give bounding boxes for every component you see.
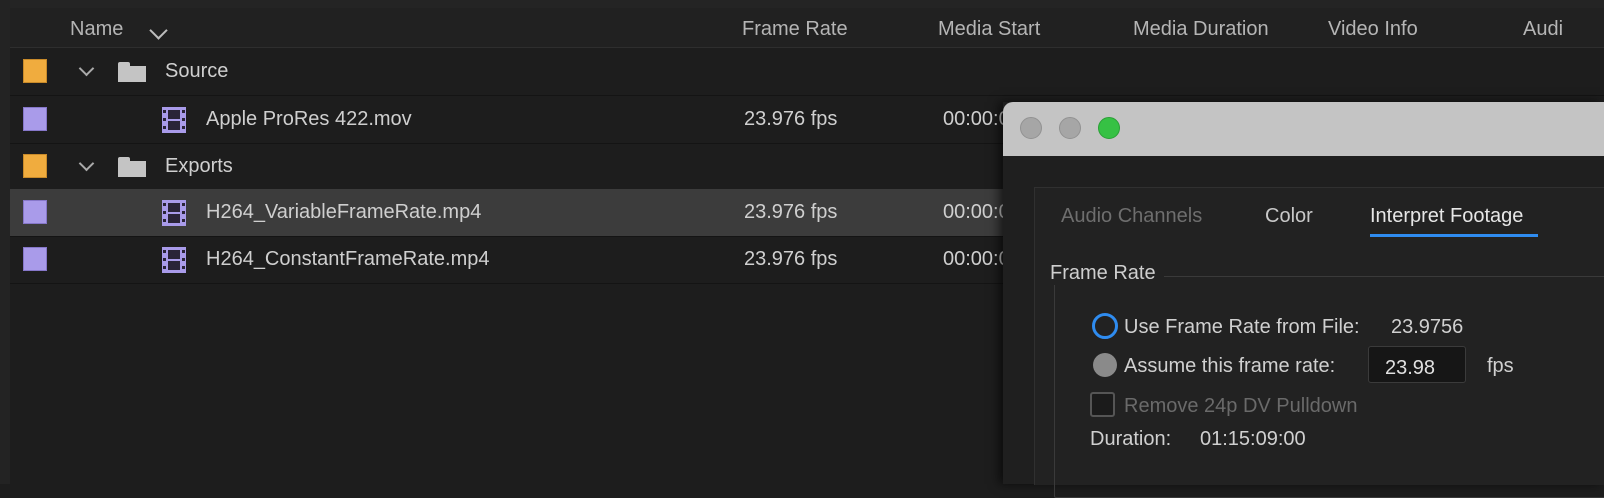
bin-name: Exports: [165, 155, 233, 177]
label-color-swatch[interactable]: [23, 200, 47, 224]
clip-media-start: 00:00:0: [943, 108, 1010, 130]
modify-clip-dialog: Audio Channels Color Interpret Footage: [1003, 102, 1604, 498]
use-file-frame-rate-label[interactable]: Use Frame Rate from File:: [1124, 316, 1360, 339]
column-media-duration[interactable]: Media Duration: [1133, 18, 1269, 41]
clip-frame-rate: 23.976 fps: [744, 201, 838, 223]
clip-name: H264_VariableFrameRate.mp4: [206, 201, 482, 223]
column-frame-rate[interactable]: Frame Rate: [742, 18, 848, 41]
film-clip-icon: [162, 107, 186, 133]
label-color-swatch[interactable]: [23, 107, 47, 131]
tab-audio-channels[interactable]: Audio Channels: [1061, 205, 1202, 228]
dialog-tabs: Audio Channels Color Interpret Footage: [1035, 188, 1604, 248]
remove-pulldown-label[interactable]: Remove 24p DV Pulldown: [1124, 395, 1357, 418]
frame-rate-group-title: Frame Rate: [1042, 262, 1164, 285]
bin-name: Source: [165, 60, 229, 82]
clip-media-start: 00:00:0: [943, 201, 1010, 223]
fps-unit-label: fps: [1487, 355, 1514, 377]
film-clip-icon: [162, 200, 186, 226]
label-color-swatch[interactable]: [23, 59, 47, 83]
active-tab-indicator: [1370, 234, 1538, 237]
film-clip-icon: [162, 247, 186, 273]
tab-interpret-footage[interactable]: Interpret Footage: [1370, 205, 1523, 228]
close-window-button[interactable]: [1020, 117, 1042, 139]
dialog-titlebar[interactable]: [1003, 102, 1604, 156]
clip-media-start: 00:00:0: [943, 248, 1010, 270]
assume-frame-rate-radio[interactable]: [1093, 353, 1117, 377]
frame-rate-group: [1054, 276, 1604, 498]
panel-top-edge: [0, 0, 1604, 8]
panel-left-edge: [0, 0, 10, 484]
duration-label: Duration:: [1090, 428, 1172, 450]
assume-frame-rate-input[interactable]: [1368, 346, 1466, 383]
duration-value: 01:15:09:00: [1200, 428, 1306, 450]
zoom-window-button[interactable]: [1098, 117, 1120, 139]
label-color-swatch[interactable]: [23, 154, 47, 178]
clip-frame-rate: 23.976 fps: [744, 248, 838, 270]
clip-name: H264_ConstantFrameRate.mp4: [206, 248, 490, 270]
column-media-start[interactable]: Media Start: [938, 18, 1040, 41]
column-name[interactable]: Name: [70, 18, 123, 41]
assume-frame-rate-label[interactable]: Assume this frame rate:: [1124, 355, 1335, 378]
use-file-frame-rate-radio[interactable]: [1092, 313, 1118, 339]
remove-pulldown-checkbox[interactable]: [1090, 392, 1115, 417]
minimize-window-button[interactable]: [1059, 117, 1081, 139]
column-header: Name Frame Rate Media Start Media Durati…: [10, 8, 1604, 48]
label-color-swatch[interactable]: [23, 247, 47, 271]
tab-color[interactable]: Color: [1265, 205, 1313, 228]
disclosure-triangle-icon[interactable]: [78, 155, 95, 172]
bin-row-source[interactable]: Source: [10, 48, 1604, 96]
clip-frame-rate: 23.976 fps: [744, 108, 838, 130]
sort-chevron-icon[interactable]: [149, 21, 168, 40]
disclosure-triangle-icon[interactable]: [78, 60, 95, 77]
column-audio-info[interactable]: Audi: [1523, 18, 1563, 41]
file-frame-rate-value: 23.9756: [1391, 316, 1464, 338]
folder-icon: [118, 62, 146, 82]
column-video-info[interactable]: Video Info: [1328, 18, 1418, 41]
folder-icon: [118, 157, 146, 177]
clip-name: Apple ProRes 422.mov: [206, 108, 412, 130]
